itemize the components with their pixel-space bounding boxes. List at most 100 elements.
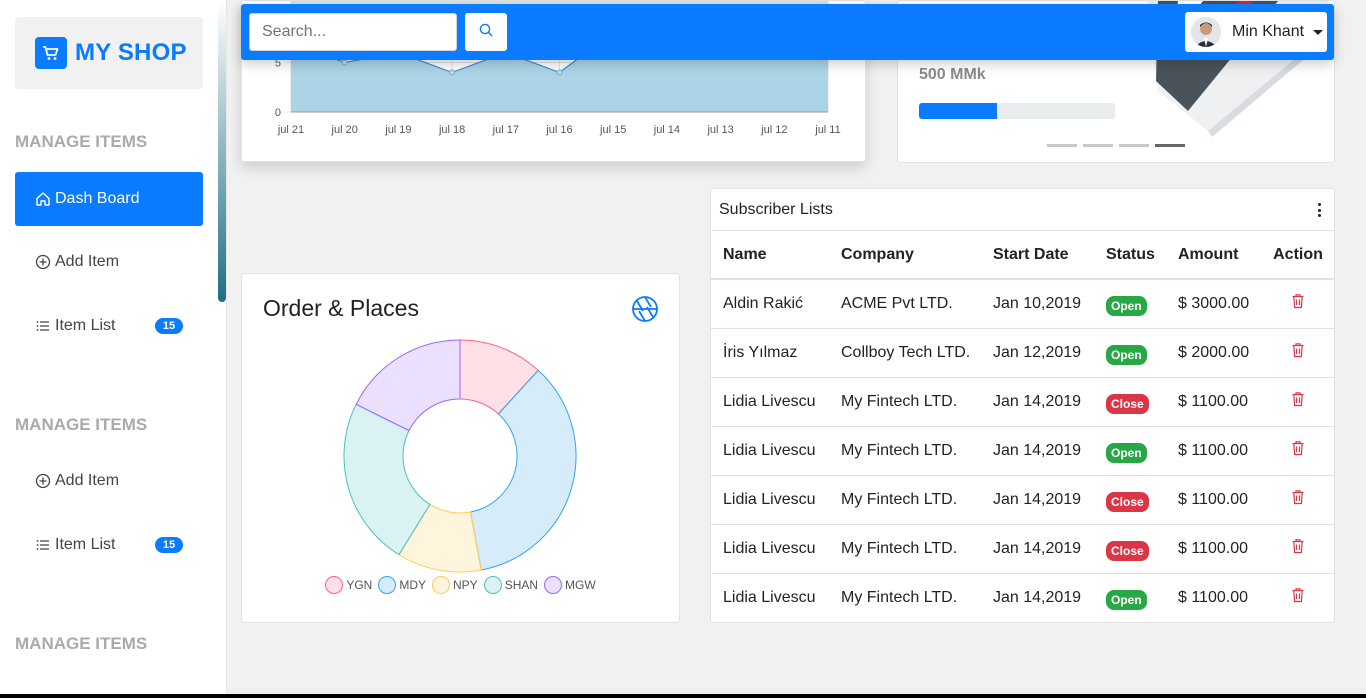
subscriber-table: Name Company Start Date Status Amount Ac… <box>711 231 1334 622</box>
legend-item[interactable]: MDY <box>378 576 426 594</box>
legend-label: YGN <box>346 578 373 592</box>
cell-amount: $ 1100.00 <box>1166 376 1262 426</box>
sidebar-heading: MANAGE ITEMS <box>15 415 148 434</box>
brand-logo[interactable]: MY SHOP <box>15 17 203 89</box>
more-options-icon[interactable] <box>1318 203 1322 217</box>
sidebar-item-add-item-2[interactable]: Add Item <box>15 454 203 508</box>
sidebar: MY SHOP MANAGE ITEMS Dash Board Add Item… <box>0 0 227 694</box>
cell-status: Close <box>1094 376 1166 426</box>
x-tick-label: jul 21 <box>277 124 304 136</box>
legend-item[interactable]: YGN <box>325 576 372 594</box>
subscriber-lists-card: Subscriber Lists Name Company Start Date… <box>710 188 1335 623</box>
x-tick-label: jul 14 <box>653 124 680 136</box>
item-count-badge: 15 <box>155 537 183 553</box>
home-icon <box>35 191 51 207</box>
table-row[interactable]: Lidia Livescu My Fintech LTD. Jan 14,2019 C… <box>711 376 1334 426</box>
cell-name: Aldin Rakić <box>711 278 829 328</box>
legend-label: MDY <box>399 578 426 592</box>
plus-circle-icon <box>35 473 51 489</box>
column-header-start-date: Start Date <box>981 231 1094 280</box>
table-row[interactable]: Aldin Rakić ACME Pvt LTD. Jan 10,2019 Open $… <box>711 278 1334 328</box>
app-root: MY SHOP MANAGE ITEMS Dash Board Add Item… <box>0 0 1366 694</box>
status-badge: Open <box>1106 344 1147 365</box>
trash-icon[interactable] <box>1291 538 1305 554</box>
cell-company: My Fintech LTD. <box>829 376 981 426</box>
search-icon <box>479 23 493 42</box>
list-icon <box>35 318 51 334</box>
item-count-badge: 15 <box>155 318 183 334</box>
table-row[interactable]: Lidia Livescu My Fintech LTD. Jan 14,2019 C… <box>711 523 1334 573</box>
legend-swatch <box>378 576 397 594</box>
sidebar-item-label: Item List <box>55 536 116 553</box>
legend-item[interactable]: SHAN <box>483 576 539 594</box>
cell-name: İris Yılmaz <box>711 327 829 377</box>
legend-swatch <box>325 576 344 594</box>
status-badge: Close <box>1106 540 1149 561</box>
column-header-name: Name <box>711 231 829 280</box>
legend-label: NPY <box>453 578 478 592</box>
cell-action <box>1262 474 1334 524</box>
table-header-row: Name Company Start Date Status Amount Ac… <box>711 231 1334 280</box>
table-row[interactable]: İris Yılmaz Collboy Tech LTD. Jan 12,2019 O… <box>711 327 1334 377</box>
cell-name: Lidia Livescu <box>711 474 829 524</box>
column-header-action: Action <box>1262 231 1334 280</box>
trash-icon[interactable] <box>1291 587 1305 603</box>
cell-name: Lidia Livescu <box>711 523 829 573</box>
table-title-bar: Subscriber Lists <box>711 189 1334 231</box>
status-badge: Open <box>1106 442 1147 463</box>
avatar <box>1191 17 1221 47</box>
order-places-card: Order & Places YGN MDY NPY SHAN MGW <box>241 273 680 623</box>
trash-icon[interactable] <box>1291 489 1305 505</box>
sidebar-item-label: Dash Board <box>55 190 140 207</box>
legend-item[interactable]: NPY <box>432 576 478 594</box>
trash-icon[interactable] <box>1291 342 1305 358</box>
status-badge: Open <box>1106 295 1147 316</box>
cell-start-date: Jan 14,2019 <box>981 572 1094 622</box>
cell-start-date: Jan 14,2019 <box>981 376 1094 426</box>
list-icon <box>35 537 51 553</box>
table-body: Aldin Rakić ACME Pvt LTD. Jan 10,2019 Open $… <box>711 278 1334 622</box>
search-button[interactable] <box>465 13 507 51</box>
legend-label: SHAN <box>504 578 539 592</box>
table-row[interactable]: Lidia Livescu My Fintech LTD. Jan 14,2019 O… <box>711 572 1334 622</box>
cell-amount: $ 1100.00 <box>1166 523 1262 573</box>
cell-company: My Fintech LTD. <box>829 425 981 475</box>
column-header-status: Status <box>1094 231 1166 280</box>
sidebar-item-add-item[interactable]: Add Item <box>15 235 203 289</box>
cell-name: Lidia Livescu <box>711 376 829 426</box>
cell-company: Collboy Tech LTD. <box>829 327 981 377</box>
x-tick-label: jul 11 <box>814 124 840 136</box>
cell-action <box>1262 523 1334 573</box>
legend-label: MGW <box>565 578 596 592</box>
legend-item[interactable]: MGW <box>544 576 596 594</box>
carousel-indicator-active[interactable] <box>1155 144 1185 147</box>
user-name: Min Khant <box>1232 23 1305 40</box>
status-badge: Open <box>1106 589 1147 610</box>
cell-company: ACME Pvt LTD. <box>829 278 981 328</box>
cell-status: Open <box>1094 278 1166 328</box>
cell-status: Close <box>1094 523 1166 573</box>
table-row[interactable]: Lidia Livescu My Fintech LTD. Jan 14,2019 O… <box>711 425 1334 475</box>
table-title: Subscriber Lists <box>719 200 833 218</box>
trash-icon[interactable] <box>1291 440 1305 456</box>
cell-company: My Fintech LTD. <box>829 572 981 622</box>
user-menu-dropdown[interactable]: Min Khant <box>1185 12 1327 52</box>
sidebar-item-dashboard[interactable]: Dash Board <box>15 172 203 226</box>
cell-start-date: Jan 10,2019 <box>981 278 1094 328</box>
trash-icon[interactable] <box>1291 293 1305 309</box>
carousel-indicator[interactable] <box>1119 144 1149 147</box>
cell-start-date: Jan 14,2019 <box>981 474 1094 524</box>
table-row[interactable]: Lidia Livescu My Fintech LTD. Jan 14,2019 C… <box>711 474 1334 524</box>
trash-icon[interactable] <box>1291 391 1305 407</box>
cell-action <box>1262 425 1334 475</box>
search-input[interactable] <box>249 13 457 51</box>
sidebar-scrollbar[interactable] <box>218 0 226 302</box>
cell-company: My Fintech LTD. <box>829 523 981 573</box>
carousel-indicator[interactable] <box>1083 144 1113 147</box>
x-tick-label: jul 20 <box>331 124 358 136</box>
cell-amount: $ 1100.00 <box>1166 572 1262 622</box>
cell-name: Lidia Livescu <box>711 572 829 622</box>
carousel-indicator[interactable] <box>1047 144 1077 147</box>
cell-amount: $ 2000.00 <box>1166 327 1262 377</box>
x-tick-label: jul 12 <box>760 124 787 136</box>
